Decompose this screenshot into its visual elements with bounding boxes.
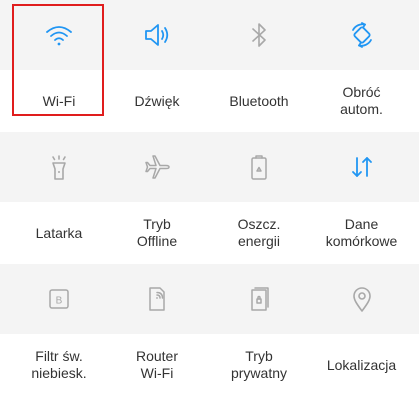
tile-auto-rotate-label: Obróć autom. [340,84,383,117]
tile-mobile-hotspot-button[interactable] [106,264,208,334]
tile-bluetooth-label: Bluetooth [229,92,289,109]
tile-location-label: Lokalizacja [326,356,397,373]
sound-icon [145,24,169,46]
tile-bluetooth-button[interactable] [208,0,310,70]
quick-settings-grid: Wi-Fi Dźwięk Bluetooth Obróć autom. Lata… [0,0,419,396]
tile-location-button[interactable] [310,264,413,334]
blue-light-filter-icon: B [49,289,69,309]
tile-mobile-data-button[interactable] [310,132,413,202]
tile-power-saving-button[interactable] [208,132,310,202]
tile-airplane-mode-button[interactable] [106,132,208,202]
svg-text:B: B [56,296,63,307]
tile-wifi-button[interactable] [12,0,106,70]
private-mode-icon [251,287,269,311]
tile-power-saving-label: Oszcz. energii [237,216,281,249]
tile-mobile-hotspot-label: Router Wi-Fi [135,348,179,381]
tile-sound-label: Dźwięk [134,92,180,109]
tile-airplane-mode-label: Tryb Offline [136,216,178,249]
tile-blue-light-filter-button[interactable]: B [12,264,106,334]
tile-private-mode-button[interactable] [208,264,310,334]
tile-flashlight-label: Latarka [35,224,83,241]
power-saving-icon [251,155,267,180]
bluetooth-icon [252,23,266,47]
mobile-data-icon [351,157,372,177]
tile-wifi-label: Wi-Fi [42,92,76,109]
quick-settings-panel: Wi-Fi Dźwięk Bluetooth Obróć autom. Lata… [0,0,419,396]
airplane-icon [145,155,170,179]
location-icon [352,287,371,312]
tile-blue-light-filter-label: Filtr św. niebiesk. [31,348,87,381]
wifi-icon [46,26,72,46]
tile-mobile-data-label: Dane komórkowe [325,216,398,249]
mobile-hotspot-icon [149,287,165,311]
tile-sound-button[interactable] [106,0,208,70]
flashlight-icon [52,155,66,180]
tile-auto-rotate-button[interactable] [310,0,413,70]
tile-flashlight-button[interactable] [12,132,106,202]
auto-rotate-icon [351,22,372,48]
tile-private-mode-label: Tryb prywatny [230,348,288,381]
